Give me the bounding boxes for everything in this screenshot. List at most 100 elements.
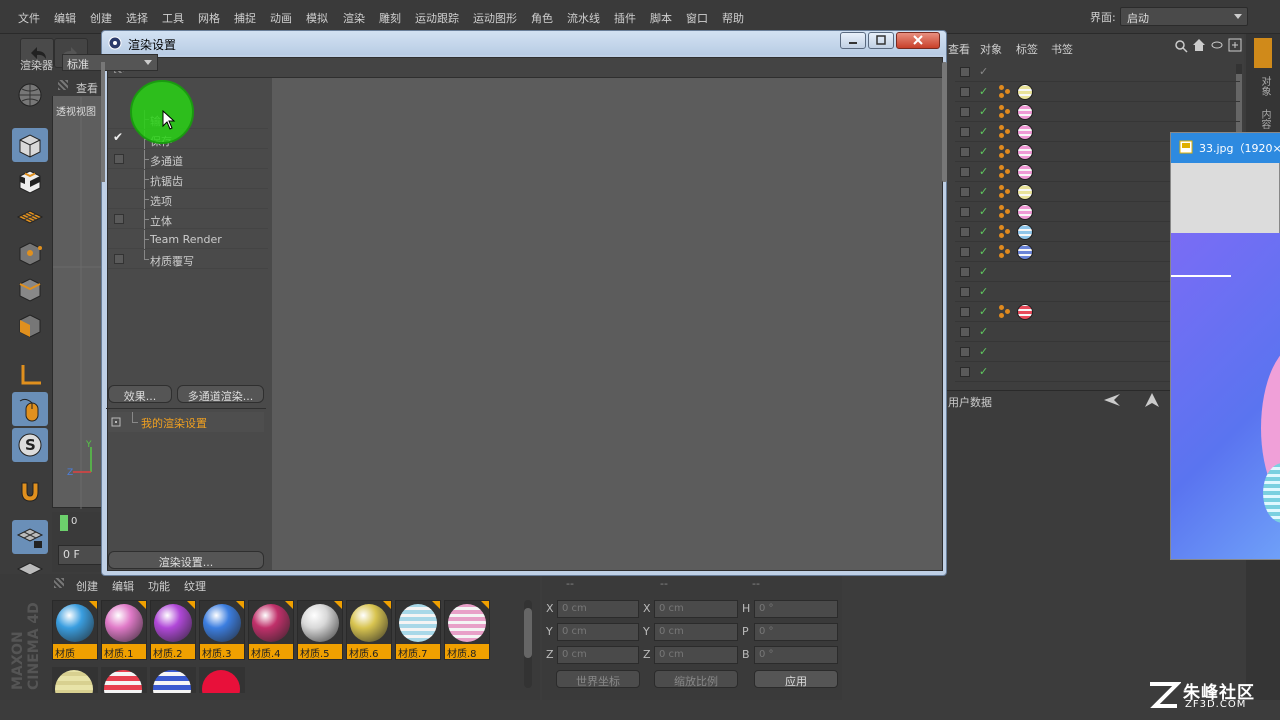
material-tag-icon[interactable] <box>1017 244 1033 260</box>
material-thumbnail[interactable]: 材质.1 <box>101 600 147 660</box>
phong-tag-icon[interactable] <box>999 145 1013 159</box>
close-button[interactable] <box>896 32 940 49</box>
apply-button[interactable]: 应用 <box>754 670 838 688</box>
dialog-left-scrollbar[interactable] <box>101 62 105 182</box>
visibility-check-icon[interactable]: ✓ <box>979 225 988 238</box>
layer-checkbox[interactable] <box>960 127 970 137</box>
axis-mode-button[interactable] <box>12 358 48 392</box>
material-menu-texture[interactable]: 纹理 <box>184 578 206 594</box>
layer-checkbox[interactable] <box>960 167 970 177</box>
checkbox[interactable] <box>114 154 124 164</box>
settings-tree-item[interactable]: 选项 <box>108 190 268 209</box>
cube-object-button[interactable] <box>12 128 48 162</box>
material-thumbnail[interactable]: 材质.6 <box>346 600 392 660</box>
settings-tree-item[interactable]: 立体 <box>108 210 268 229</box>
menu-mograph[interactable]: 运动图形 <box>473 10 517 26</box>
material-thumbnail[interactable]: 材质.8 <box>444 600 490 660</box>
layer-checkbox[interactable] <box>960 267 970 277</box>
effects-button[interactable]: 效果... <box>108 385 172 403</box>
object-row[interactable]: ✓ <box>955 103 1240 122</box>
phong-tag-icon[interactable] <box>999 125 1013 139</box>
current-frame-field[interactable]: 0 F <box>58 545 102 565</box>
material-tag-icon[interactable] <box>1017 164 1033 180</box>
visibility-check-icon[interactable]: ✓ <box>979 345 988 358</box>
new-window-icon[interactable] <box>1228 38 1242 52</box>
phong-tag-icon[interactable] <box>999 105 1013 119</box>
visibility-check-icon[interactable]: ✓ <box>979 65 988 78</box>
checkbox[interactable] <box>114 214 124 224</box>
visibility-check-icon[interactable]: ✓ <box>979 205 988 218</box>
menu-tools[interactable]: 工具 <box>162 10 184 26</box>
menu-edit[interactable]: 编辑 <box>54 10 76 26</box>
visibility-check-icon[interactable]: ✓ <box>979 285 988 298</box>
checkbox[interactable] <box>114 254 124 264</box>
preset-expand-icon[interactable] <box>111 417 121 427</box>
settings-tree-item[interactable]: 多通道 <box>108 150 268 169</box>
menu-script[interactable]: 脚本 <box>650 10 672 26</box>
visibility-check-icon[interactable]: ✓ <box>979 325 988 338</box>
texture-mode-button[interactable] <box>12 164 48 198</box>
dialog-scrollbar[interactable] <box>942 62 947 182</box>
minimize-button[interactable] <box>840 32 866 49</box>
layer-checkbox[interactable] <box>960 87 970 97</box>
tweak-mode-button[interactable] <box>12 392 48 426</box>
size-z-field[interactable]: 0 cm <box>654 646 738 664</box>
position-x-field[interactable]: 0 cm <box>557 600 639 618</box>
material-menu-function[interactable]: 功能 <box>148 578 170 594</box>
layer-checkbox[interactable] <box>960 227 970 237</box>
layer-checkbox[interactable] <box>960 327 970 337</box>
lock-workplane-button[interactable] <box>12 520 48 554</box>
menu-window[interactable]: 窗口 <box>686 10 708 26</box>
layer-checkbox[interactable] <box>960 107 970 117</box>
phong-tag-icon[interactable] <box>999 245 1013 259</box>
phong-tag-icon[interactable] <box>999 85 1013 99</box>
layer-checkbox[interactable] <box>960 347 970 357</box>
menu-motion-tracking[interactable]: 运动跟踪 <box>415 10 459 26</box>
phong-tag-icon[interactable] <box>999 205 1013 219</box>
size-y-field[interactable]: 0 cm <box>654 623 738 641</box>
object-row[interactable]: ✓ <box>955 83 1240 102</box>
material-thumbnail[interactable]: 材质.4 <box>248 600 294 660</box>
dialog-titlebar[interactable]: 渲染设置 <box>102 31 946 55</box>
snap-button[interactable]: S <box>12 428 48 462</box>
menu-sculpt[interactable]: 雕刻 <box>379 10 401 26</box>
settings-tree-item[interactable]: 抗锯齿 <box>108 170 268 189</box>
right-tab-objects[interactable]: 对象 <box>1254 76 1272 96</box>
model-tool-button[interactable] <box>12 78 48 112</box>
material-tag-icon[interactable] <box>1017 204 1033 220</box>
material-tag-icon[interactable] <box>1017 304 1033 320</box>
layer-checkbox[interactable] <box>960 187 970 197</box>
layer-checkbox[interactable] <box>960 307 970 317</box>
material-tag-icon[interactable] <box>1017 224 1033 240</box>
om-tab-view[interactable]: 查看 <box>948 41 970 57</box>
visibility-check-icon[interactable]: ✓ <box>979 125 988 138</box>
material-tag-icon[interactable] <box>1017 104 1033 120</box>
maximize-button[interactable] <box>868 32 894 49</box>
menu-snap[interactable]: 捕捉 <box>234 10 256 26</box>
magnet-button[interactable] <box>12 474 48 508</box>
image-viewer-titlebar[interactable]: 33.jpg（1920× <box>1171 133 1280 163</box>
scale-dropdown[interactable]: 缩放比例 <box>654 670 738 688</box>
settings-tree-item[interactable]: Team Render <box>108 230 268 249</box>
material-thumbnail[interactable] <box>52 667 98 693</box>
layer-checkbox[interactable] <box>960 287 970 297</box>
arrow-left-icon[interactable] <box>1102 392 1122 408</box>
layer-checkbox[interactable] <box>960 207 970 217</box>
viewport-menu-view[interactable]: 查看 <box>76 80 98 96</box>
home-icon[interactable] <box>1192 38 1206 52</box>
menu-pipeline[interactable]: 流水线 <box>567 10 600 26</box>
edge-mode-button[interactable] <box>12 272 48 306</box>
link-icon[interactable] <box>1210 38 1224 52</box>
material-tag-icon[interactable] <box>1017 84 1033 100</box>
material-tag-icon[interactable] <box>1017 144 1033 160</box>
menu-character[interactable]: 角色 <box>531 10 553 26</box>
om-tab-tags[interactable]: 标签 <box>1016 41 1038 57</box>
phong-tag-icon[interactable] <box>999 225 1013 239</box>
material-thumbnail[interactable]: 材质.7 <box>395 600 441 660</box>
material-thumbnail[interactable]: 材质.3 <box>199 600 245 660</box>
material-tag-icon[interactable] <box>1017 124 1033 140</box>
world-coords-dropdown[interactable]: 世界坐标 <box>556 670 640 688</box>
visibility-check-icon[interactable]: ✓ <box>979 105 988 118</box>
material-thumbnail[interactable] <box>101 667 147 693</box>
visibility-check-icon[interactable]: ✓ <box>979 305 988 318</box>
